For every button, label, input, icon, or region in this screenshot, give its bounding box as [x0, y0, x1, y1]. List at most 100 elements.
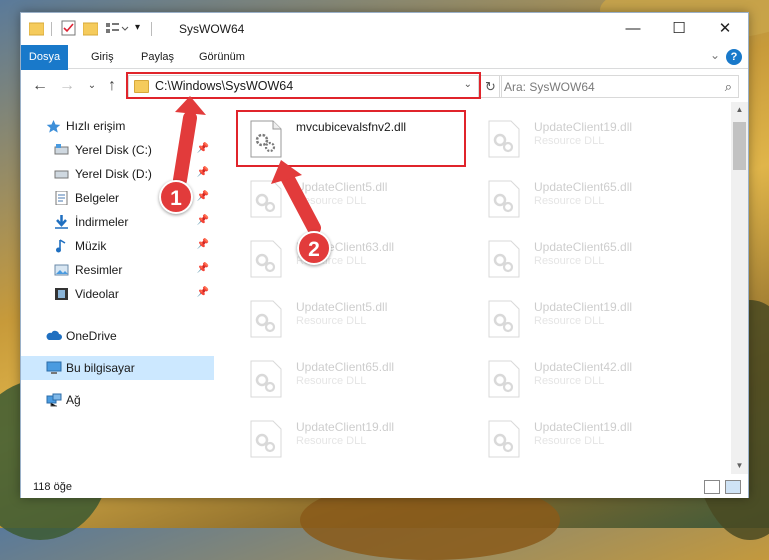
dll-file-icon: [488, 360, 520, 398]
search-input[interactable]: Ara: SysWOW64 ⌕: [499, 75, 739, 98]
properties-icon[interactable]: [61, 20, 76, 38]
ribbon-tabs: Dosya Giriş Paylaş Görünüm ⌄ ?: [21, 45, 748, 93]
scroll-down-icon[interactable]: ▼: [731, 458, 748, 474]
pictures-icon: [54, 263, 69, 277]
file-type: Resource DLL: [534, 375, 605, 387]
file-item[interactable]: UpdateClient19.dll Resource DLL: [480, 294, 710, 342]
pin-icon[interactable]: 📌: [197, 239, 209, 250]
ribbon-expand-icon[interactable]: ⌄: [710, 48, 720, 62]
file-item[interactable]: UpdateClient5.dll Resource DLL: [242, 174, 472, 222]
sidebar-item-label: Yerel Disk (C:): [75, 143, 152, 157]
file-name: UpdateClient42.dll: [534, 360, 633, 374]
pin-icon[interactable]: 📌: [197, 191, 209, 202]
file-item[interactable]: UpdateClient65.dll Resource DLL: [480, 174, 710, 222]
cloud-icon: [46, 329, 62, 343]
file-item[interactable]: UpdateClient5.dll Resource DLL: [242, 294, 472, 342]
customize-toolbar-icon[interactable]: [105, 20, 129, 38]
file-name: UpdateClient19.dll: [534, 420, 633, 434]
file-item[interactable]: UpdateClient42.dll Resource DLL: [480, 354, 710, 402]
recent-locations-button[interactable]: ⌄: [83, 76, 101, 96]
file-item[interactable]: UpdateClient65.dll Resource DLL: [480, 234, 710, 282]
file-name: UpdateClient19.dll: [296, 420, 395, 434]
file-name: UpdateClient19.dll: [534, 300, 633, 314]
step-badge-1: 1: [159, 180, 193, 214]
file-name: UpdateClient5.dll: [296, 180, 388, 194]
tab-view[interactable]: Görünüm: [189, 45, 255, 69]
sidebar-item-local-disk-c[interactable]: Yerel Disk (C:) 📌: [21, 138, 214, 162]
separator: [51, 22, 52, 36]
scrollbar-thumb[interactable]: [733, 122, 746, 170]
file-type: Resource DLL: [296, 375, 367, 387]
status-bar: 118 öğe: [21, 476, 748, 498]
new-folder-icon[interactable]: [82, 20, 99, 38]
sidebar-item-label: Hızlı erişim: [66, 119, 126, 133]
forward-button[interactable]: →: [58, 76, 76, 96]
file-type: Resource DLL: [296, 195, 367, 207]
title-bar: ▾ SysWOW64 — ☐ ✕: [21, 13, 748, 45]
pin-icon[interactable]: 📌: [197, 167, 209, 178]
pin-icon[interactable]: 📌: [197, 143, 209, 154]
sidebar-item-label: İndirmeler: [75, 215, 129, 229]
dll-file-icon: [250, 180, 282, 218]
file-item[interactable]: UpdateClient19.dll Resource DLL: [242, 414, 472, 462]
file-type: Resource DLL: [296, 435, 367, 447]
download-icon: [54, 215, 69, 229]
sidebar-item-label: OneDrive: [66, 329, 117, 343]
pin-icon[interactable]: 📌: [197, 215, 209, 226]
sidebar-item-label: Videolar: [75, 287, 119, 301]
tab-home[interactable]: Giriş: [81, 45, 124, 69]
network-icon: [46, 393, 62, 407]
large-icons-view-icon[interactable]: [725, 480, 741, 494]
sidebar-item-label: Resimler: [75, 263, 123, 277]
sidebar-item-network[interactable]: Ağ: [21, 388, 214, 412]
sidebar-item-music[interactable]: Müzik 📌: [21, 234, 214, 258]
minimize-button[interactable]: —: [610, 13, 656, 44]
dll-file-icon: [250, 360, 282, 398]
sidebar-item-label: Müzik: [75, 239, 107, 253]
dll-file-icon: [250, 240, 282, 278]
computer-icon: [46, 361, 62, 375]
scroll-up-icon[interactable]: ▲: [731, 102, 748, 118]
navigation-pane: Hızlı erişim Yerel Disk (C:) 📌 Yerel Dis…: [21, 102, 214, 472]
back-button[interactable]: ←: [31, 76, 49, 96]
file-type: Resource DLL: [534, 315, 605, 327]
sidebar-item-videos[interactable]: Videolar 📌: [21, 282, 214, 306]
sidebar-item-quick-access[interactable]: Hızlı erişim: [21, 114, 214, 138]
help-icon[interactable]: ?: [726, 49, 742, 65]
file-name: UpdateClient19.dll: [534, 120, 633, 134]
videos-icon: [54, 287, 69, 301]
sidebar-item-label: Yerel Disk (D:): [75, 167, 152, 181]
sidebar-item-onedrive[interactable]: OneDrive: [21, 324, 214, 348]
file-type: Resource DLL: [534, 255, 605, 267]
sidebar-item-pictures[interactable]: Resimler 📌: [21, 258, 214, 282]
sidebar-item-label: Belgeler: [75, 191, 120, 205]
vertical-scrollbar[interactable]: ▲ ▼: [731, 102, 748, 474]
file-type: Resource DLL: [534, 135, 605, 147]
search-placeholder: Ara: SysWOW64: [504, 80, 595, 94]
file-name: UpdateClient65.dll: [296, 360, 395, 374]
tab-share[interactable]: Paylaş: [131, 45, 184, 69]
star-icon: [46, 119, 61, 133]
maximize-button[interactable]: ☐: [656, 13, 702, 44]
dll-file-icon: [488, 120, 520, 158]
search-icon: ⌕: [724, 79, 732, 94]
pin-icon[interactable]: 📌: [197, 287, 209, 298]
address-bar-highlight: [126, 72, 481, 99]
dll-file-icon: [488, 180, 520, 218]
details-view-icon[interactable]: [704, 480, 720, 494]
file-item[interactable]: UpdateClient19.dll Resource DLL: [480, 114, 710, 162]
documents-icon: [54, 190, 69, 206]
file-item[interactable]: UpdateClient19.dll Resource DLL: [480, 414, 710, 462]
file-item[interactable]: UpdateClient65.dll Resource DLL: [242, 354, 472, 402]
drive-icon: [54, 143, 69, 157]
sidebar-item-this-pc[interactable]: Bu bilgisayar: [21, 356, 214, 380]
file-type: Resource DLL: [296, 315, 367, 327]
folder-icon: [28, 20, 45, 38]
close-button[interactable]: ✕: [702, 13, 748, 44]
up-button[interactable]: ↑: [103, 76, 121, 96]
file-item[interactable]: UpdateClient63.dll Resource DLL: [242, 234, 472, 282]
music-icon: [54, 239, 69, 253]
pin-icon[interactable]: 📌: [197, 263, 209, 274]
quick-access-dropdown-icon[interactable]: ▾: [135, 22, 145, 40]
sidebar-item-downloads[interactable]: İndirmeler 📌: [21, 210, 214, 234]
